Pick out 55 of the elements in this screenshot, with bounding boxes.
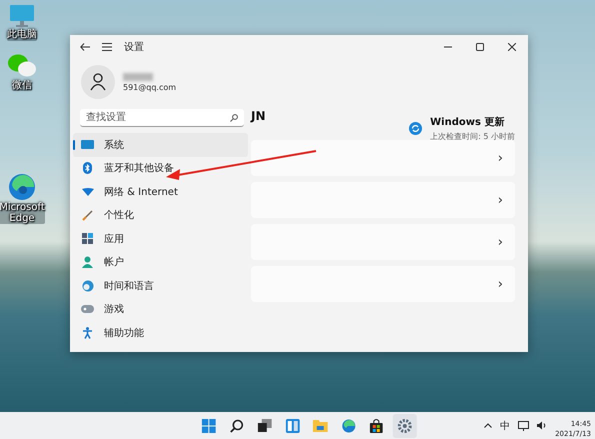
settings-card[interactable]: ›: [251, 224, 515, 260]
maximize-icon[interactable]: [476, 43, 484, 51]
account-email: 591@qq.com: [123, 82, 176, 92]
sidebar-item[interactable]: 应用: [73, 227, 248, 250]
wifi-icon: [82, 188, 94, 196]
chevron: ›: [498, 234, 503, 250]
shopping-bag-icon: [370, 418, 383, 432]
gear-icon: [397, 418, 412, 432]
sidebar-item[interactable]: 帐户: [73, 250, 248, 274]
sidebar-item[interactable]: 时间和语言: [73, 274, 248, 298]
speaker-icon[interactable]: [537, 421, 548, 430]
sidebar-item[interactable]: 辅助功能: [73, 321, 248, 344]
monitor-icon: [81, 140, 94, 150]
bluetooth-icon: [83, 162, 92, 174]
blurred-name: [123, 72, 153, 80]
settings-card[interactable]: ›: [251, 182, 515, 218]
menu-icon[interactable]: [102, 43, 112, 51]
sidebar-item[interactable]: 蓝牙和其他设备: [73, 156, 248, 180]
sync-icon[interactable]: [409, 122, 422, 135]
network-monitor-icon[interactable]: [518, 420, 530, 430]
back-arrow-icon[interactable]: [80, 43, 90, 51]
update-title[interactable]: Windows 更新: [430, 115, 515, 129]
globe-clock-icon: [82, 280, 94, 292]
folder-icon: [312, 419, 328, 432]
person-icon: [82, 256, 93, 268]
window-title: 设置: [124, 40, 144, 54]
account-heading: JN: [251, 109, 266, 123]
update-status: 上次检查时间: 5 小时前: [430, 131, 515, 142]
chevron-up-icon[interactable]: [484, 423, 492, 428]
apps-grid-icon: [82, 233, 93, 244]
input-method-indicator[interactable]: 中: [500, 418, 510, 432]
task-view-icon: [257, 419, 272, 432]
close-icon[interactable]: [508, 43, 516, 51]
edge-icon: [341, 418, 356, 432]
chevron: ›: [498, 192, 503, 208]
widgets-icon: [285, 418, 300, 432]
settings-card[interactable]: ›: [251, 140, 515, 176]
windows-logo-icon: [201, 418, 216, 432]
chevron: ›: [498, 276, 503, 292]
search-icon[interactable]: [230, 114, 238, 122]
sidebar-item[interactable]: 个性化: [73, 204, 248, 227]
chevron: ›: [498, 150, 503, 166]
settings-card[interactable]: ›: [251, 266, 515, 302]
sidebar-item[interactable]: 网络 & Internet: [73, 180, 248, 204]
paintbrush-icon: [82, 210, 93, 221]
chat-bubbles-icon: [7, 52, 37, 78]
search-icon: [229, 418, 244, 432]
monitor-icon: [9, 4, 35, 28]
accessibility-person-icon: [82, 326, 93, 339]
edge-icon: [8, 173, 36, 201]
sidebar-item[interactable]: 游戏: [73, 298, 248, 321]
search-field[interactable]: 查找设置: [80, 109, 244, 127]
gamepad-icon: [81, 305, 94, 314]
sidebar-item[interactable]: 系统: [73, 133, 248, 156]
avatar: [81, 65, 115, 99]
